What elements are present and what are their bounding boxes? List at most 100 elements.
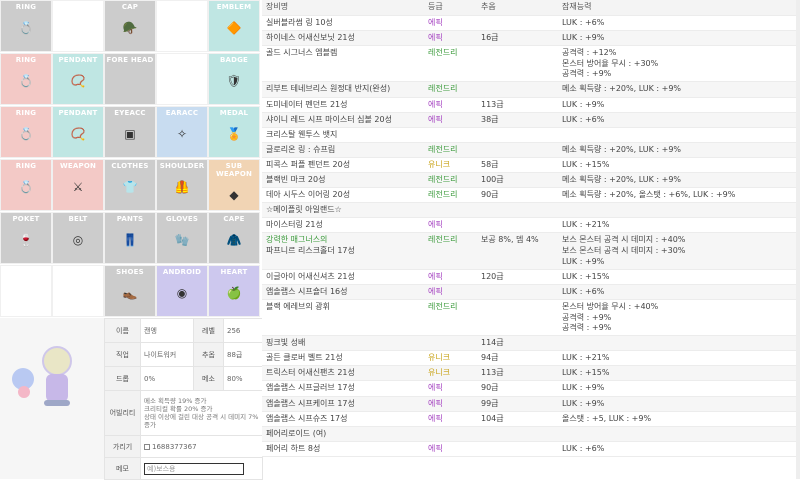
- slot-heart[interactable]: HEART 🍏: [208, 265, 260, 317]
- table-row[interactable]: 마이스터링 21성 에픽 LUK : +21%: [262, 218, 796, 234]
- table-row[interactable]: 강력한 매그너스의 파프니르 리스크홀더 17성 레전드리 보공 8%, 뎀 4% 보스…: [262, 233, 796, 270]
- item-flame: 58급: [481, 159, 499, 169]
- flame-label: 추옵: [193, 342, 224, 367]
- item-grade: 레전드리: [428, 84, 458, 94]
- slot-ring[interactable]: RING 💍: [0, 53, 52, 105]
- item-potential: LUK : +21%: [562, 220, 609, 231]
- item-flame: 120급: [481, 271, 504, 281]
- table-row[interactable]: 골드 시그너스 엠블렘 레전드리 공격력 : +12% 몬스터 방어율 무시 : +3…: [262, 46, 796, 83]
- item-grade: 에픽: [428, 286, 443, 296]
- hide-checkbox[interactable]: [144, 443, 150, 450]
- table-row[interactable]: 크리스탈 웬투스 뱃지: [262, 127, 796, 143]
- table-row[interactable]: 핑크빛 성배 114급: [262, 336, 796, 352]
- item-grade: 에픽: [428, 114, 443, 124]
- slot-shoulder[interactable]: SHOULDER 🦺: [156, 159, 208, 211]
- slot-pendant[interactable]: PENDANT 📿: [52, 106, 104, 158]
- table-row[interactable]: 리부트 테네브리스 원정대 반지(완성) 레전드리 메소 획득량 : +20%, L…: [262, 82, 796, 98]
- table-row[interactable]: 블랙빈 마크 20성 레전드리 100급 메소 획득량 : +20%, LUK : +…: [262, 173, 796, 189]
- item-grade: 에픽: [428, 33, 443, 43]
- table-row[interactable]: 페어리 하트 8성 에픽 LUK : +6%: [262, 441, 796, 457]
- slot-android[interactable]: ANDROID ◉: [156, 265, 208, 317]
- table-row[interactable]: 이글아이 어새신셔츠 21성 에픽 120급 LUK : +15%: [262, 269, 796, 285]
- slot-eyeacc[interactable]: EYEACC ▣: [104, 106, 156, 158]
- slot-cap[interactable]: CAP 🪖: [104, 0, 156, 52]
- memo-input[interactable]: 예)보스용: [144, 462, 244, 475]
- item-name-line: 파프니르 리스크홀더 17성: [266, 246, 355, 256]
- table-row[interactable]: 피콕스 퍼플 펜던트 20성 유니크 58급 LUK : +15%: [262, 157, 796, 174]
- slot-fore-head[interactable]: FORE HEAD: [104, 53, 156, 105]
- item-name-line: 앱솔랩스 시프글러브 17성: [266, 383, 355, 393]
- table-row[interactable]: 앱솔랩스 시프케이프 17성 에픽 99급 LUK : +9%: [262, 396, 796, 412]
- slot-emblem[interactable]: EMBLEM 🔶: [208, 0, 260, 52]
- item-name-line: 페어리 하트 8성: [266, 443, 321, 453]
- slot-ring[interactable]: RING 💍: [0, 159, 52, 211]
- pet-avatar-2: [18, 386, 30, 398]
- slot-earacc[interactable]: EARACC ✧: [156, 106, 208, 158]
- item-potential: 메소 획득량 : +20%, LUK : +9%: [562, 175, 681, 186]
- slot-clothes[interactable]: CLOTHES 👕: [104, 159, 156, 211]
- item-name: 앱솔랩스 시프슈즈 17성: [266, 414, 348, 425]
- slot-ring[interactable]: RING 💍: [0, 106, 52, 158]
- level-label: 레벨: [193, 318, 224, 343]
- table-row[interactable]: 하이네스 어새신보닛 21성 에픽 16급 LUK : +9%: [262, 31, 796, 47]
- slot-label: MEDAL: [219, 109, 249, 117]
- potential-line: LUK : +9%: [562, 33, 605, 43]
- slot-poket[interactable]: POKET 🍷: [0, 212, 52, 264]
- item-potential: LUK : +6%: [562, 115, 604, 126]
- item-grade: 에픽: [428, 18, 443, 27]
- item-name: 핑크빛 성배: [266, 338, 305, 349]
- table-row[interactable]: 도미네이터 펜던트 21성 에픽 113급 LUK : +9%: [262, 97, 796, 113]
- item-grade: 에픽: [428, 443, 443, 453]
- item-potential: LUK : +9%: [562, 383, 604, 394]
- item-grade: 레전드리: [428, 301, 458, 311]
- table-row[interactable]: 실버블라썸 링 10성 에픽 LUK : +6%: [262, 16, 796, 32]
- item-name-line: 글로리온 링 : 슈프림: [266, 144, 336, 154]
- vertical-scrollbar[interactable]: [796, 0, 800, 479]
- item-name: 트릭스터 어새신팬츠 21성: [266, 368, 355, 379]
- table-row[interactable]: 블랙 에레브의 광휘 레전드리 몬스터 방어율 무시 : +40% 공격력 : +9%…: [262, 299, 796, 337]
- potential-line: LUK : +9%: [562, 398, 605, 408]
- item-potential: 메소 획득량 : +20%, LUK : +9%: [562, 145, 681, 156]
- slot-badge[interactable]: BADGE 🛡: [208, 53, 260, 105]
- potential-line: 공격력 : +9%: [562, 69, 612, 79]
- slot-pants[interactable]: PANTS 👖: [104, 212, 156, 264]
- item-name: 골든 클로버 벨트 21성: [266, 353, 343, 364]
- table-row[interactable]: 트릭스터 어새신팬츠 21성 유니크 113급 LUK : +15%: [262, 366, 796, 382]
- table-row[interactable]: 샤이니 레드 시프 마이스터 심볼 20성 에픽 38급 LUK : +6%: [262, 112, 796, 128]
- slot-pendant[interactable]: PENDANT 📿: [52, 53, 104, 105]
- table-row[interactable]: 페어리로이드 (여): [262, 426, 796, 442]
- table-row[interactable]: 앱솔랩스 시프슈즈 17성 에픽 104급 올스탯 : +5, LUK : +9%: [262, 411, 796, 427]
- potential-line: LUK : +21%: [562, 353, 610, 363]
- item-name: 페어리로이드 (여): [266, 429, 326, 440]
- slot-label: HEART: [220, 268, 248, 276]
- table-row[interactable]: 골든 클로버 벨트 21성 유니크 94급 LUK : +21%: [262, 351, 796, 367]
- belt-icon: ◎: [72, 233, 84, 247]
- slot-gloves[interactable]: GLOVES 🧤: [156, 212, 208, 264]
- meso-value: 80%: [223, 366, 263, 391]
- slot-cape[interactable]: CAPE 🧥: [208, 212, 260, 264]
- eyeacc-icon: ▣: [124, 127, 136, 141]
- slot-shoes[interactable]: SHOES 👞: [104, 265, 156, 317]
- table-row[interactable]: ☆메이플릿 아일랜드☆: [262, 203, 796, 219]
- name-label: 이름: [104, 318, 141, 343]
- slot-belt[interactable]: BELT ◎: [52, 212, 104, 264]
- item-flame: 113급: [481, 368, 504, 378]
- table-row[interactable]: 앱솔랩스 시프글러브 17성 에픽 90급 LUK : +9%: [262, 381, 796, 397]
- table-row[interactable]: 글로리온 링 : 슈프림 레전드리 메소 획득량 : +20%, LUK : +9%: [262, 142, 796, 158]
- item-name: 이글아이 어새신셔츠 21성: [266, 272, 355, 283]
- slot-weapon[interactable]: WEAPON ⚔: [52, 159, 104, 211]
- table-header: 장비명 등급 추옵 잠재능력: [262, 0, 796, 16]
- slot-medal[interactable]: MEDAL 🏅: [208, 106, 260, 158]
- slot-label: RING: [15, 3, 37, 11]
- meso-label: 메소: [193, 366, 224, 391]
- table-row[interactable]: 앱솔랩스 시프숄더 16성 에픽 LUK : +6%: [262, 284, 796, 300]
- slot-ring[interactable]: RING 💍: [0, 0, 52, 52]
- potential-line: 공격력 : +9%: [562, 323, 612, 333]
- hide-value: 1688377367: [140, 435, 263, 458]
- table-row[interactable]: 데아 시두스 이어링 20성 레전드리 90급 메소 획득량 : +20%, 올스탯 …: [262, 188, 796, 204]
- potential-line: 올스탯 : +5, LUK : +9%: [562, 413, 652, 423]
- item-grade: 에픽: [428, 383, 443, 393]
- slot-sub-weapon[interactable]: SUB WEAPON ◆: [208, 159, 260, 211]
- item-flame: 94급: [481, 353, 499, 363]
- item-grade: 에픽: [428, 220, 443, 230]
